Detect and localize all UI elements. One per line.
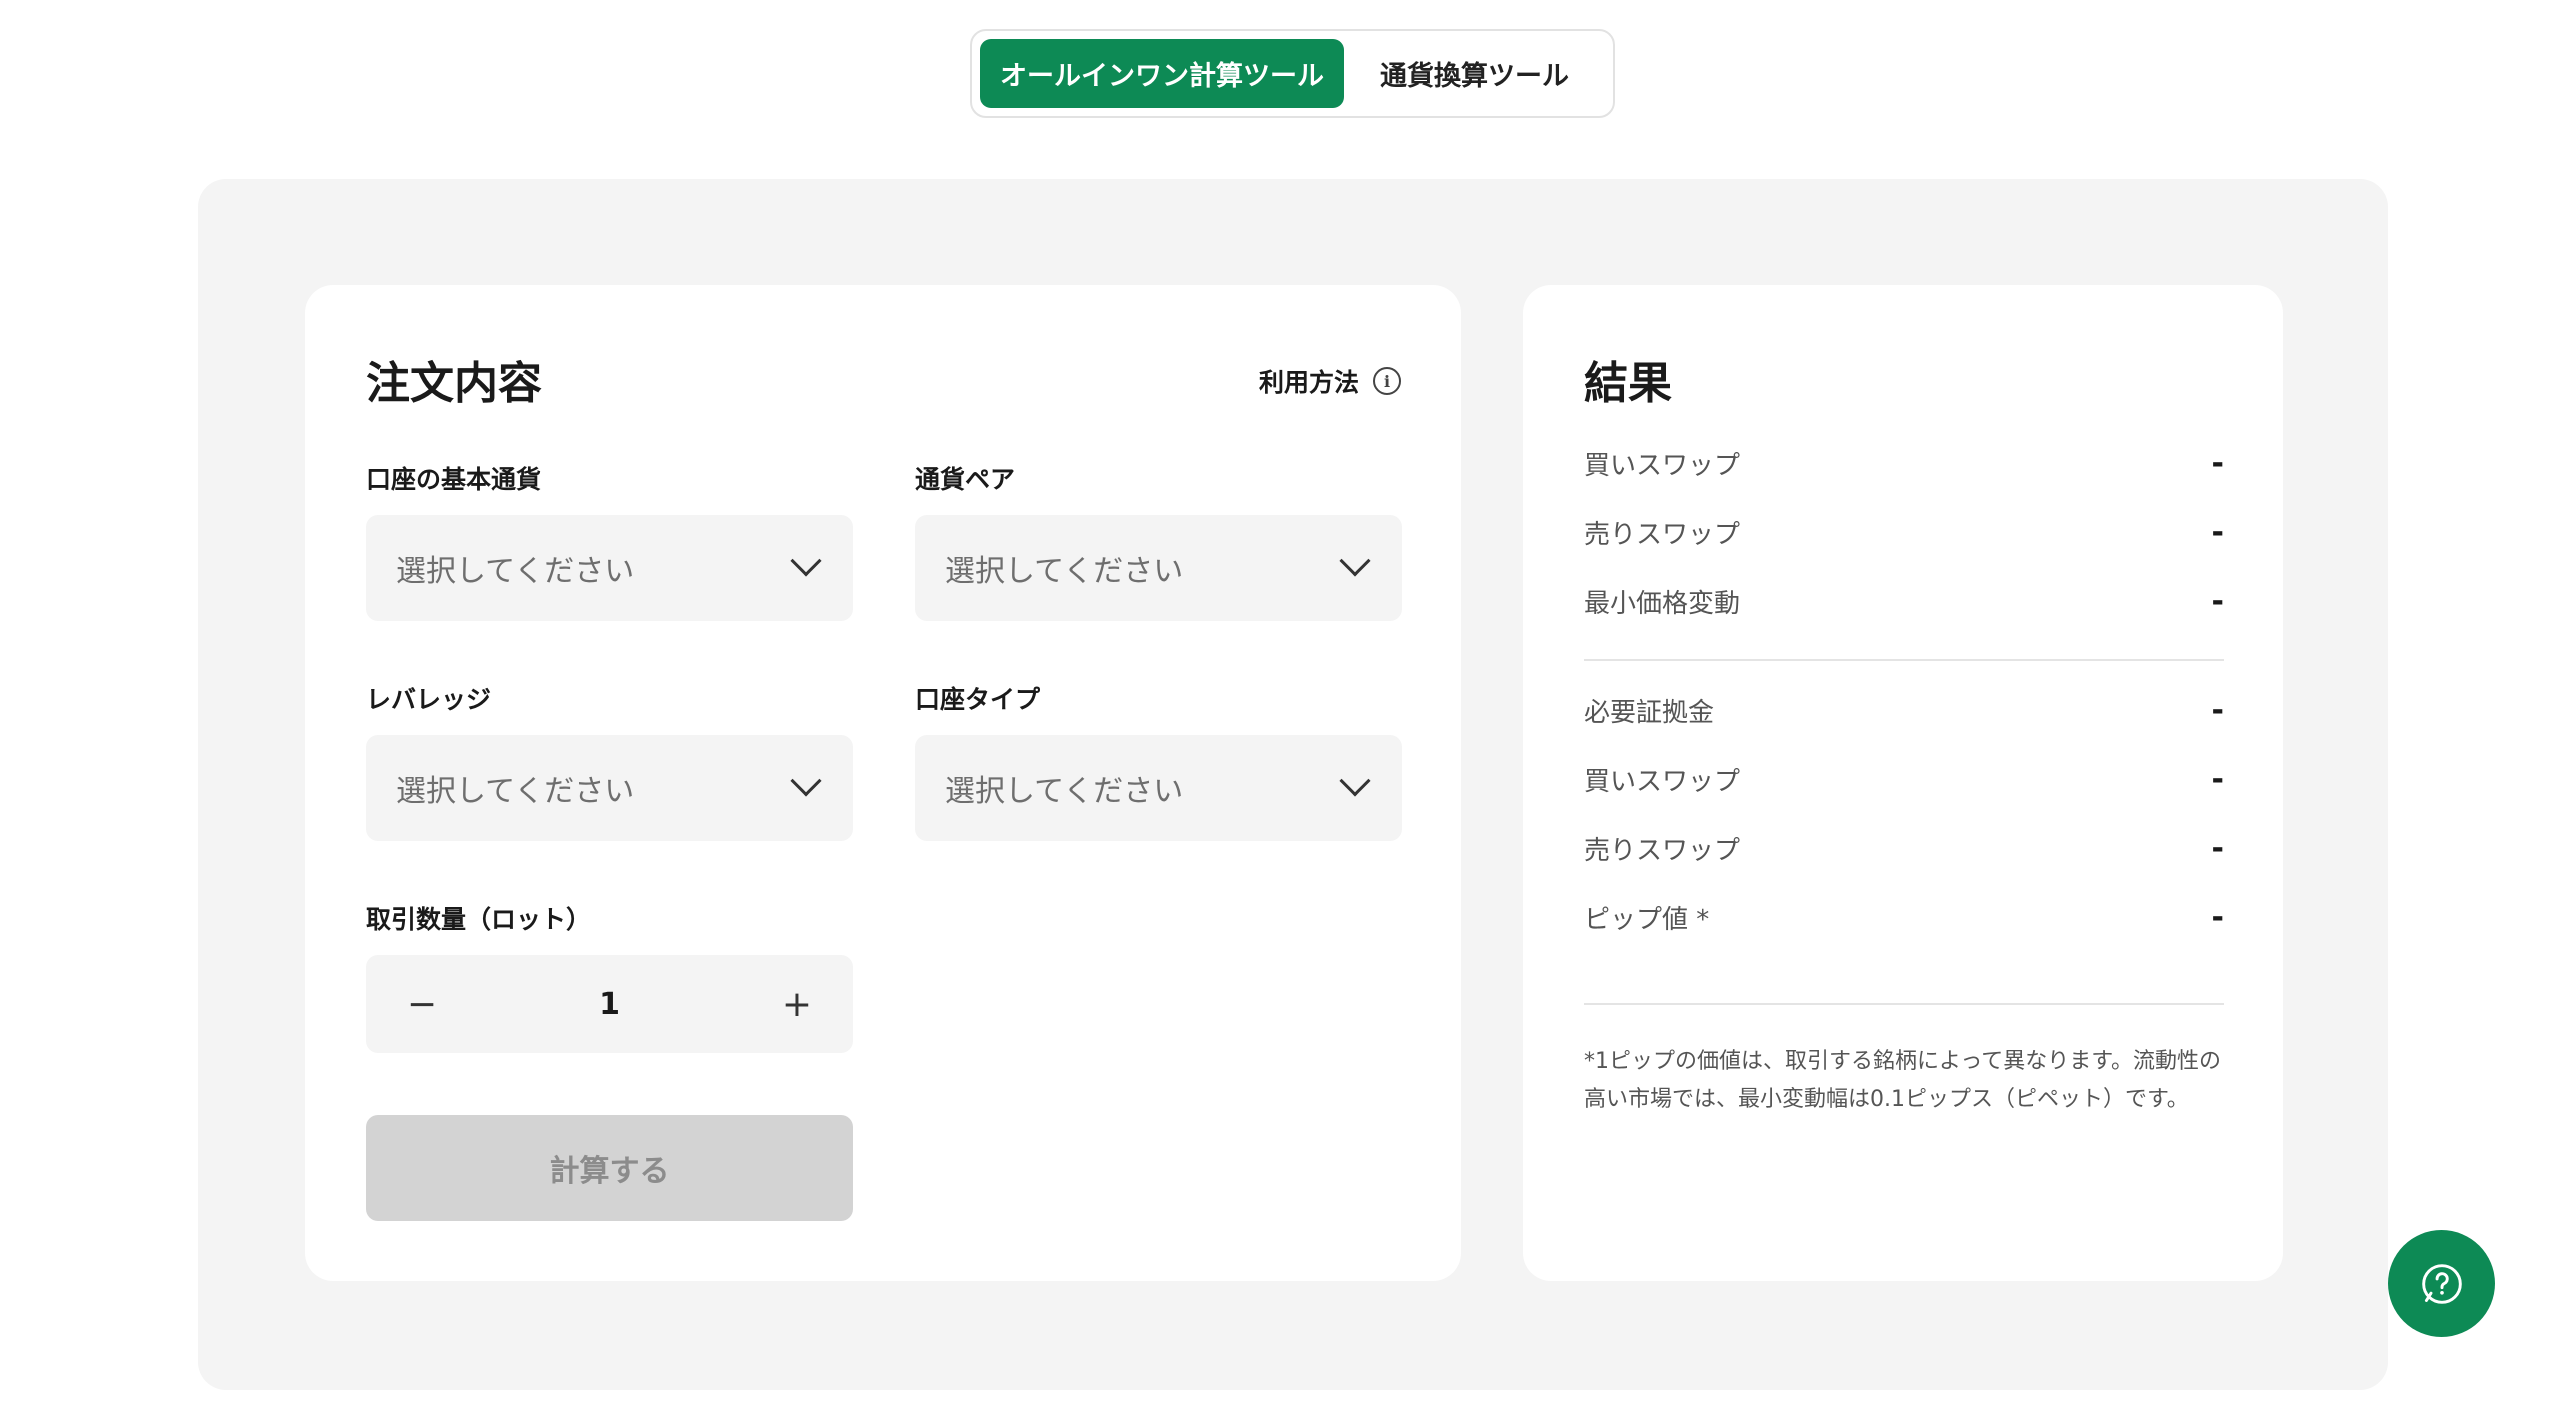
leverage-label: レバレッジ bbox=[366, 685, 492, 714]
chevron-down-icon bbox=[1339, 545, 1371, 577]
result-label: 買いスワップ bbox=[1584, 451, 1741, 481]
pip-footnote: *1ピップの価値は、取引する銘柄によって異なります。流動性の高い市場では、最小変… bbox=[1584, 1049, 2222, 1112]
increment-button[interactable]: + bbox=[777, 984, 817, 1025]
how-to-label: 利用方法 bbox=[1258, 368, 1359, 397]
base-currency-label: 口座の基本通貨 bbox=[366, 465, 542, 494]
chevron-down-icon bbox=[790, 545, 822, 577]
lot-quantity[interactable]: 1 bbox=[599, 987, 620, 1022]
result-row: 最小価格変動 - bbox=[1584, 583, 2224, 620]
currency-pair-value: 選択してください bbox=[945, 554, 1184, 589]
result-label: 売りスワップ bbox=[1584, 520, 1741, 550]
result-card: 結果 買いスワップ - 売りスワップ - 最小価格変動 - 必要証拠金 - 買い… bbox=[1523, 285, 2283, 1281]
account-type-value: 選択してください bbox=[945, 774, 1184, 809]
result-value: - bbox=[2211, 900, 2224, 935]
tab-all-in-one-calculator[interactable]: オールインワン計算ツール bbox=[980, 39, 1344, 108]
result-divider bbox=[1584, 1003, 2224, 1005]
leverage-value: 選択してください bbox=[396, 774, 635, 809]
result-value: - bbox=[2211, 446, 2224, 481]
result-row: ピップ値 * - bbox=[1584, 899, 2224, 936]
lot-label: 取引数量（ロット） bbox=[366, 905, 592, 934]
result-label: ピップ値 * bbox=[1584, 905, 1710, 935]
currency-pair-label: 通貨ペア bbox=[915, 465, 1016, 494]
result-label: 最小価格変動 bbox=[1584, 589, 1741, 619]
result-row: 買いスワップ - bbox=[1584, 445, 2224, 482]
currency-pair-select[interactable]: 選択してください bbox=[915, 515, 1402, 621]
result-row: 買いスワップ - bbox=[1584, 761, 2224, 798]
how-to-link[interactable]: 利用方法 i bbox=[1259, 363, 1401, 399]
result-label: 買いスワップ bbox=[1584, 767, 1741, 797]
result-row: 売りスワップ - bbox=[1584, 514, 2224, 551]
chevron-down-icon bbox=[1339, 765, 1371, 797]
result-row: 必要証拠金 - bbox=[1584, 692, 2224, 729]
base-currency-value: 選択してください bbox=[396, 554, 635, 589]
help-chat-icon bbox=[2421, 1263, 2462, 1304]
result-value: - bbox=[2211, 762, 2224, 797]
order-card: 注文内容 利用方法 i 口座の基本通貨 選択してください 通貨ペア 選択してくだ… bbox=[305, 285, 1461, 1281]
result-divider bbox=[1584, 659, 2224, 661]
decrement-button[interactable]: − bbox=[402, 984, 442, 1025]
result-value: - bbox=[2211, 831, 2224, 866]
info-icon: i bbox=[1373, 367, 1401, 395]
result-label: 必要証拠金 bbox=[1584, 698, 1715, 728]
tool-tab-switcher: オールインワン計算ツール 通貨換算ツール bbox=[970, 29, 1615, 118]
result-label: 売りスワップ bbox=[1584, 836, 1741, 866]
chevron-down-icon bbox=[790, 765, 822, 797]
account-type-select[interactable]: 選択してください bbox=[915, 735, 1402, 841]
result-value: - bbox=[2211, 584, 2224, 619]
result-value: - bbox=[2211, 693, 2224, 728]
result-title: 結果 bbox=[1584, 358, 1672, 409]
tab-currency-converter[interactable]: 通貨換算ツール bbox=[1344, 39, 1605, 108]
leverage-select[interactable]: 選択してください bbox=[366, 735, 853, 841]
result-row: 売りスワップ - bbox=[1584, 830, 2224, 867]
calculate-button[interactable]: 計算する bbox=[366, 1115, 853, 1221]
result-value: - bbox=[2211, 515, 2224, 550]
help-chat-button[interactable] bbox=[2388, 1230, 2495, 1337]
account-type-label: 口座タイプ bbox=[915, 685, 1041, 714]
order-title: 注文内容 bbox=[366, 358, 542, 409]
base-currency-select[interactable]: 選択してください bbox=[366, 515, 853, 621]
lot-stepper: − 1 + bbox=[366, 955, 853, 1053]
